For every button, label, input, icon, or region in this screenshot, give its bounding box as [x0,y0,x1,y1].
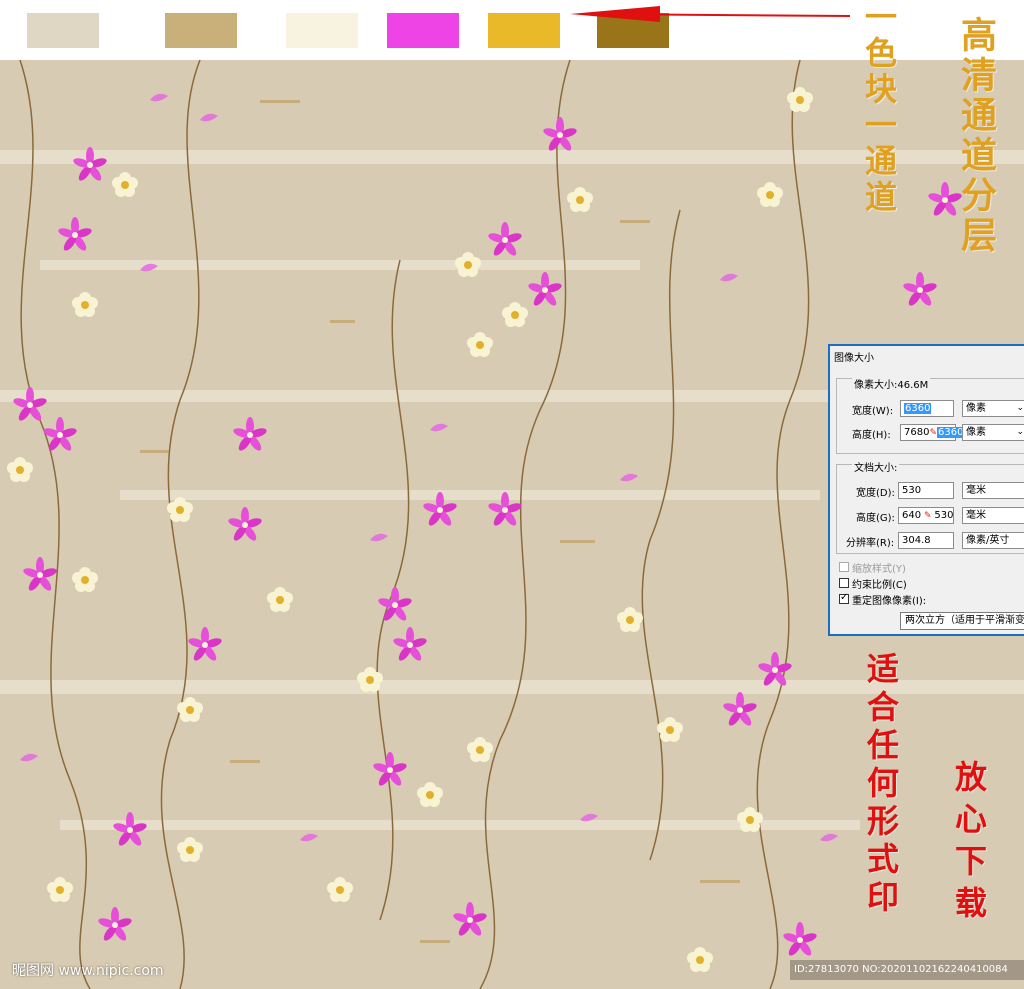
doc-height-unit-value: 毫米 [966,510,986,521]
pixel-size-label: 像素大小:46.6M [852,376,931,391]
image-id-bar: ID:27813070 NO:20201102162240410084 [790,960,1024,980]
height-input[interactable]: 7680✎6360 [900,424,965,441]
arrow-icon [570,6,851,22]
width-label: 宽度(W): [852,406,894,417]
swatch-tan [165,13,237,48]
document-size-label: 文档大小: [852,459,900,474]
chevron-down-icon: ⌄ [1016,427,1024,437]
height-value: 6360 [937,427,965,438]
width-unit-value: 像素 [966,403,986,414]
doc-width-unit-select[interactable]: 毫米 [962,482,1024,499]
constrain-checkbox[interactable] [839,578,849,588]
edit-mark-icon: ✎ [929,428,937,438]
resample-label: 重定图像像素(I): [852,596,927,607]
annotation-color-channels: 一色块一通道 [860,0,898,216]
resolution-unit-select[interactable]: 像素/英寸 [962,532,1024,549]
chevron-down-icon: ⌄ [1016,403,1024,413]
width-unit-select[interactable]: 像素 ⌄ [962,400,1024,417]
doc-height-old-value: 640 [902,510,922,521]
doc-height-unit-select[interactable]: 毫米 [962,507,1024,524]
doc-height-label: 高度(G): [856,513,895,524]
scale-styles-label: 缩放样式(Y) [852,564,906,575]
annotation-suitable-print: 适合任何形式印 [862,652,900,918]
watermark: 昵图网 www.nipic.com [12,963,164,979]
swatch-gold [488,13,560,48]
height-unit-value: 像素 [966,427,986,438]
resolution-input[interactable]: 304.8 [898,532,954,549]
height-unit-select[interactable]: 像素 ⌄ [962,424,1024,441]
constrain-label: 约束比例(C) [852,580,907,591]
doc-height-input[interactable]: 640 ✎ 530 [898,507,954,524]
doc-width-label: 宽度(D): [856,488,895,499]
swatch-magenta [387,13,459,48]
scale-styles-checkbox[interactable] [839,562,849,572]
width-value: 6360 [904,403,932,414]
edit-mark-icon: ✎ [921,511,935,521]
resolution-label: 分辨率(R): [846,538,895,549]
annotation-download: 放心下载 [950,760,988,928]
annotation-hd-layers: 高清通道分层 [955,16,997,256]
resample-method-select[interactable]: 两次立方（适用于平滑渐变 [900,612,1024,630]
height-old-value: 7680 [904,427,930,438]
doc-width-input[interactable]: 530 [898,482,954,499]
swatch-beige [27,13,99,48]
width-input[interactable]: 6360 [900,400,954,417]
resample-checkbox[interactable] [839,592,849,604]
doc-height-value: 530 [934,510,954,521]
swatch-cream [286,13,358,48]
resolution-unit-value: 像素/英寸 [966,535,1010,546]
height-label: 高度(H): [852,430,891,441]
image-size-dialog: 图像大小 像素大小:46.6M 宽度(W): 6360 像素 ⌄ 高度(H): 7… [828,344,1024,636]
doc-width-unit-value: 毫米 [966,485,986,496]
dialog-title: 图像大小 [834,353,874,364]
